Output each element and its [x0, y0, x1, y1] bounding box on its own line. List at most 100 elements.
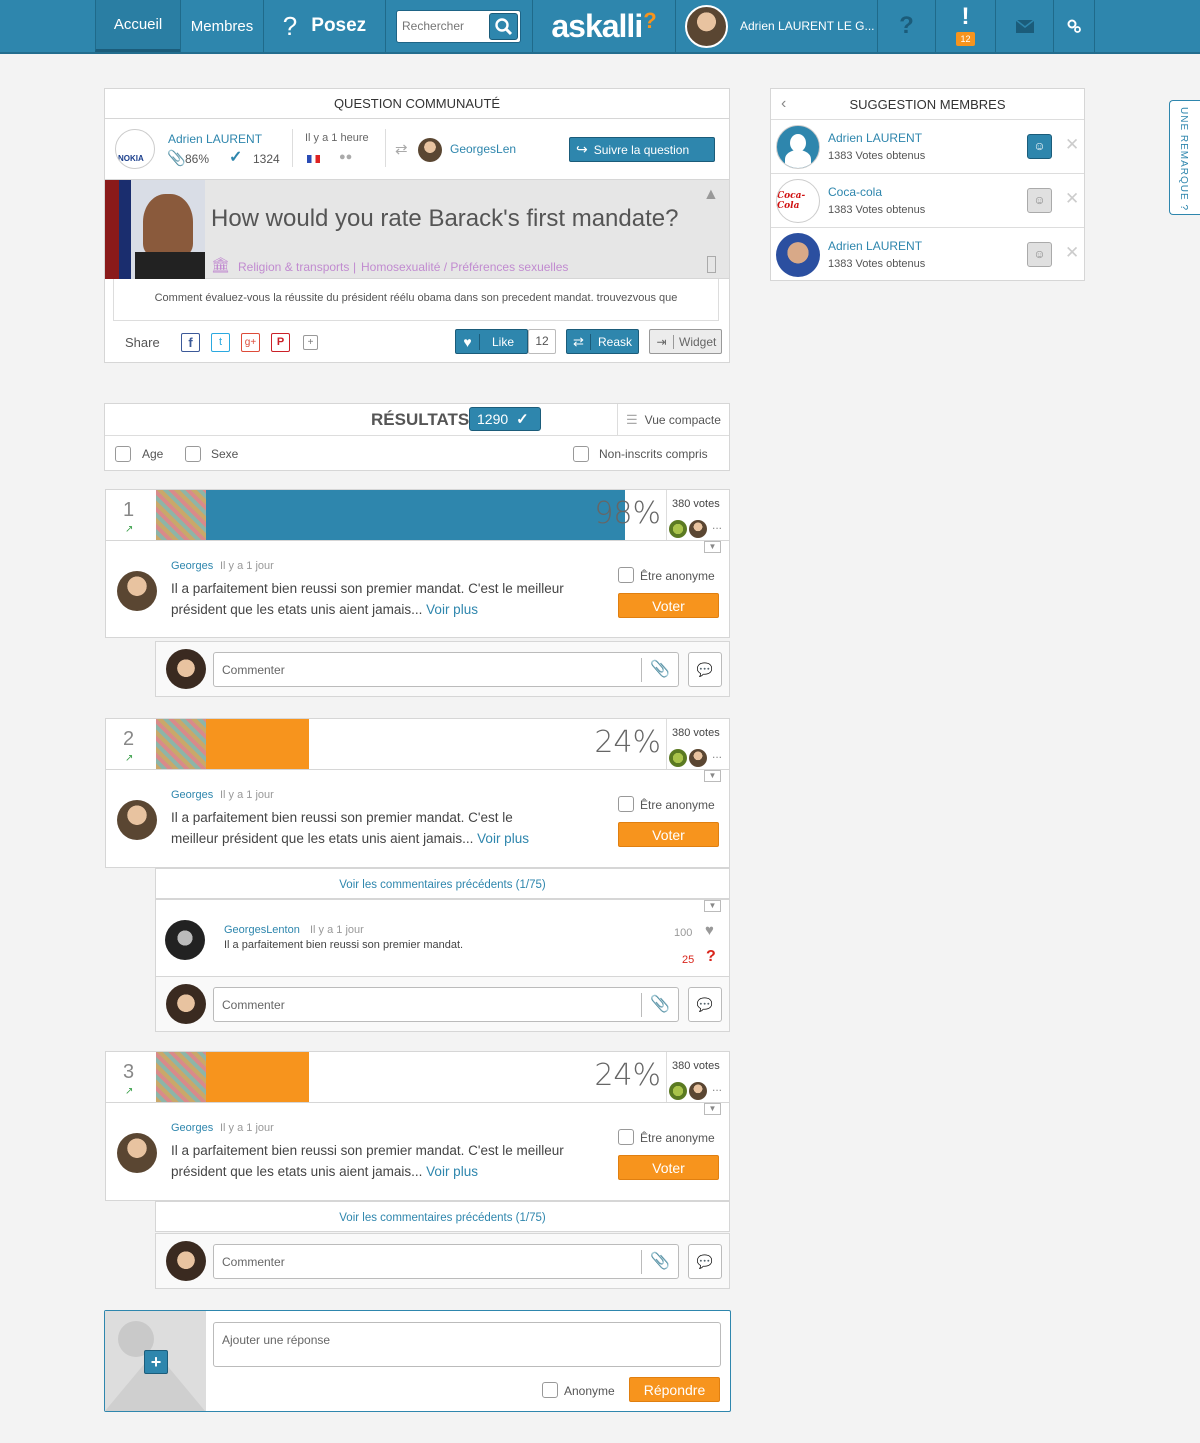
question-image[interactable] — [105, 180, 205, 279]
comment-input[interactable]: Commenter 📎 — [213, 987, 679, 1022]
pinterest-icon[interactable]: P — [271, 333, 290, 352]
settings-button[interactable] — [1053, 0, 1095, 52]
more-voters[interactable]: ... — [712, 518, 722, 532]
reply-textarea[interactable]: Ajouter une réponse — [213, 1322, 721, 1367]
answer-author[interactable]: Georges — [171, 560, 213, 572]
dismiss-icon[interactable]: ✕ — [1065, 243, 1079, 263]
answer-menu-toggle[interactable]: ▼ — [704, 1103, 721, 1115]
follow-question-button[interactable]: ↪ Suivre la question — [569, 137, 715, 162]
vote-button[interactable]: Voter — [618, 1155, 719, 1180]
dismiss-icon[interactable]: ✕ — [1065, 135, 1079, 155]
more-share-icon[interactable]: + — [303, 335, 318, 350]
widget-button[interactable]: ⇥ Widget — [649, 329, 722, 354]
nav-home[interactable]: Accueil — [95, 0, 180, 52]
voter-avatar[interactable] — [689, 520, 707, 538]
comment-author[interactable]: GeorgesLenton — [224, 924, 300, 936]
voter-avatar[interactable] — [689, 1082, 707, 1100]
reasker-name[interactable]: GeorgesLen — [450, 142, 516, 156]
answer-author-avatar[interactable] — [117, 800, 157, 840]
answer-author-avatar[interactable] — [117, 571, 157, 611]
answer-thumbnail[interactable] — [156, 719, 206, 769]
answer-thumbnail[interactable] — [156, 1052, 206, 1102]
search-field[interactable] — [396, 10, 521, 43]
suggestion-name[interactable]: Adrien LAURENT — [828, 239, 922, 253]
search-button[interactable] — [489, 13, 518, 40]
author-logo[interactable]: NOKIA — [115, 129, 155, 169]
nav-user[interactable]: Adrien LAURENT LE G... — [675, 0, 877, 52]
see-more-link[interactable]: Voir plus — [426, 602, 478, 617]
alerts-button[interactable]: ! 12 — [935, 0, 995, 52]
vote-button[interactable]: Voter — [618, 822, 719, 847]
more-voters[interactable]: ... — [712, 747, 722, 761]
nav-members[interactable]: Membres — [180, 0, 263, 52]
feedback-tab[interactable]: UNE REMARQUE ? — [1169, 100, 1200, 215]
add-friend-button[interactable]: ☺ — [1027, 134, 1052, 159]
google-plus-icon[interactable]: g+ — [241, 333, 260, 352]
voter-avatar[interactable] — [669, 1082, 687, 1100]
attach-icon[interactable]: 📎 — [650, 659, 670, 679]
anonymous-checkbox[interactable] — [618, 1129, 634, 1145]
nav-ask[interactable]: ? Posez — [263, 0, 385, 52]
unregistered-checkbox[interactable] — [573, 446, 589, 462]
answer-menu-toggle[interactable]: ▼ — [704, 770, 721, 782]
reply-submit-button[interactable]: Répondre — [629, 1377, 720, 1402]
help-button[interactable]: ? — [877, 0, 935, 52]
reask-button[interactable]: ⇄ Reask — [566, 329, 639, 354]
age-checkbox[interactable] — [115, 446, 131, 462]
warning-icon[interactable]: ▲ — [703, 186, 719, 204]
anonymous-checkbox[interactable] — [618, 567, 634, 583]
author-name[interactable]: Adrien LAURENT — [168, 132, 262, 146]
send-comment-button[interactable]: 💬 — [688, 1244, 722, 1279]
flag-icon[interactable] — [707, 256, 716, 273]
comment-input[interactable]: Commenter 📎 — [213, 652, 679, 687]
see-more-link[interactable]: Voir plus — [477, 831, 529, 846]
suggestion-votes: 1383 Votes obtenus — [828, 204, 926, 216]
category-link[interactable]: Homosexualité / Préférences sexuelles — [361, 260, 568, 274]
category-link[interactable]: Religion & transports — [238, 260, 349, 274]
dismiss-icon[interactable]: ✕ — [1065, 189, 1079, 209]
answer-author[interactable]: Georges — [171, 789, 213, 801]
twitter-icon[interactable]: t — [211, 333, 230, 352]
anonymous-checkbox[interactable] — [618, 796, 634, 812]
add-friend-button[interactable]: ☺ — [1027, 188, 1052, 213]
send-comment-button[interactable]: 💬 — [688, 652, 722, 687]
voter-avatar[interactable] — [669, 520, 687, 538]
suggestion-name[interactable]: Adrien LAURENT — [828, 131, 922, 145]
sex-checkbox[interactable] — [185, 446, 201, 462]
suggestion-name[interactable]: Coca-cola — [828, 185, 882, 199]
comment-input[interactable]: Commenter 📎 — [213, 1244, 679, 1279]
voter-avatar[interactable] — [669, 749, 687, 767]
see-more-link[interactable]: Voir plus — [426, 1164, 478, 1179]
attach-icon[interactable]: 📎 — [650, 994, 670, 1014]
reply-anonymous-checkbox[interactable] — [542, 1382, 558, 1398]
add-image-icon[interactable]: + — [144, 1350, 168, 1374]
previous-comments-bar[interactable]: Voir les commentaires précédents (1/75) — [155, 1201, 730, 1232]
previous-comments-bar[interactable]: Voir les commentaires précédents (1/75) — [155, 868, 730, 899]
messages-button[interactable] — [995, 0, 1053, 52]
vote-button[interactable]: Voter — [618, 593, 719, 618]
question-mark-icon[interactable]: ? — [706, 948, 716, 966]
anonymous-label: Être anonyme — [640, 798, 715, 812]
facebook-icon[interactable]: f — [181, 333, 200, 352]
answer-menu-toggle[interactable]: ▼ — [704, 541, 721, 553]
reasker-avatar[interactable] — [418, 138, 442, 162]
suggestion-item[interactable]: Coca-Cola Coca-cola 1383 Votes obtenus ☺… — [771, 174, 1084, 228]
logo-cell[interactable]: askalli ? — [532, 0, 675, 52]
comment-author-avatar[interactable] — [165, 920, 205, 960]
suggestion-item[interactable]: Adrien LAURENT 1383 Votes obtenus ☺ ✕ — [771, 120, 1084, 174]
compact-view-toggle[interactable]: ☰ Vue compacte — [617, 404, 729, 435]
answer-thumbnail[interactable] — [156, 490, 206, 540]
suggestion-item[interactable]: Adrien LAURENT 1383 Votes obtenus ☺ ✕ — [771, 228, 1084, 280]
voter-avatar[interactable] — [689, 749, 707, 767]
attach-icon[interactable]: 📎 — [650, 1251, 670, 1271]
like-button[interactable]: ♥ Like — [455, 329, 528, 354]
answer-author[interactable]: Georges — [171, 1122, 213, 1134]
comment-menu-toggle[interactable]: ▼ — [704, 900, 721, 912]
add-friend-button[interactable]: ☺ — [1027, 242, 1052, 267]
more-voters[interactable]: ... — [712, 1080, 722, 1094]
answer-author-avatar[interactable] — [117, 1133, 157, 1173]
send-comment-button[interactable]: 💬 — [688, 987, 722, 1022]
search-input[interactable] — [402, 19, 487, 33]
heart-icon[interactable]: ♥ — [705, 922, 714, 939]
reply-image-placeholder[interactable]: + — [105, 1311, 206, 1411]
